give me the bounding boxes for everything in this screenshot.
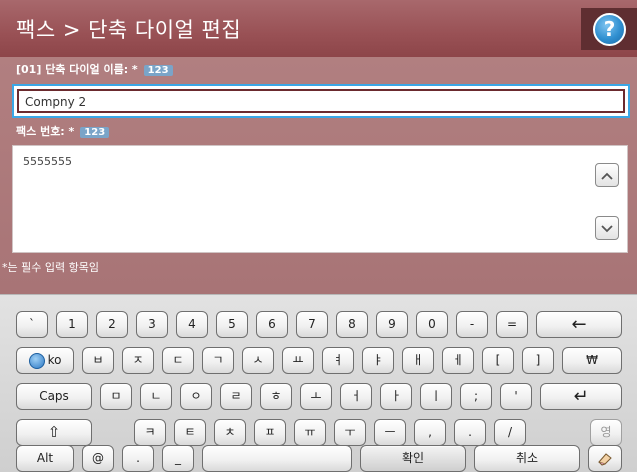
key-8[interactable]: 8 xyxy=(336,311,368,338)
key-apostrophe[interactable]: ' xyxy=(500,383,532,410)
key-tieut[interactable]: ㅌ xyxy=(174,419,206,446)
edit-form: [01] 단축 다이얼 이름: * 123 Compny 2 팩스 번호: * 12… xyxy=(0,57,637,294)
key-7[interactable]: 7 xyxy=(296,311,328,338)
key-digeut[interactable]: ㄷ xyxy=(162,347,194,374)
key-chieut[interactable]: ㅊ xyxy=(214,419,246,446)
key-9[interactable]: 9 xyxy=(376,311,408,338)
help-button[interactable]: ? xyxy=(581,8,637,50)
key-e[interactable]: ㅔ xyxy=(442,347,474,374)
language-key[interactable]: ko xyxy=(16,347,74,374)
key-yeo[interactable]: ㅕ xyxy=(322,347,354,374)
fax-number-label: 팩스 번호: * 123 xyxy=(16,123,110,139)
name-field-focus: Compny 2 xyxy=(12,84,630,118)
space-key[interactable] xyxy=(202,445,352,472)
key-rieul[interactable]: ㄹ xyxy=(220,383,252,410)
key-minus[interactable]: - xyxy=(456,311,488,338)
name-label: [01] 단축 다이얼 이름: * 123 xyxy=(16,61,173,77)
key-0[interactable]: 0 xyxy=(416,311,448,338)
key-at[interactable]: @ xyxy=(82,445,114,472)
caps-key[interactable]: Caps xyxy=(16,383,92,410)
key-nieun[interactable]: ㄴ xyxy=(140,383,172,410)
key-english-mode[interactable]: 영 xyxy=(590,419,622,446)
key-1[interactable]: 1 xyxy=(56,311,88,338)
chevron-down-icon xyxy=(601,225,613,233)
title-bar: 팩스 > 단축 다이얼 편집 ? xyxy=(0,0,637,57)
key-eo[interactable]: ㅓ xyxy=(340,383,372,410)
cancel-button[interactable]: 취소 xyxy=(474,445,580,472)
key-bieup[interactable]: ㅂ xyxy=(82,347,114,374)
key-period[interactable]: . xyxy=(454,419,486,446)
chevron-up-icon xyxy=(601,172,613,180)
backspace-key[interactable]: ← xyxy=(536,311,622,338)
key-underscore[interactable]: _ xyxy=(162,445,194,472)
key-yu[interactable]: ㅠ xyxy=(294,419,326,446)
globe-icon xyxy=(28,352,45,369)
key-slash[interactable]: / xyxy=(494,419,526,446)
help-icon: ? xyxy=(593,13,626,46)
key-mieum[interactable]: ㅁ xyxy=(100,383,132,410)
key-ya[interactable]: ㅑ xyxy=(362,347,394,374)
shift-icon: ⇧ xyxy=(47,423,61,441)
backspace-icon: ← xyxy=(571,314,587,335)
key-giyeok[interactable]: ㄱ xyxy=(202,347,234,374)
fax-number-value: 5555555 xyxy=(23,155,72,168)
speed-dial-name-input[interactable]: Compny 2 xyxy=(17,89,625,113)
key-kieuk[interactable]: ㅋ xyxy=(134,419,166,446)
scroll-up-button[interactable] xyxy=(595,163,619,187)
scroll-down-button[interactable] xyxy=(595,216,619,240)
on-screen-keyboard: ` 1 2 3 4 5 6 7 8 9 0 - = ← ko ㅂ ㅈ ㄷ ㄱ ㅅ… xyxy=(0,294,637,472)
numeric-badge: 123 xyxy=(80,127,110,138)
key-ae[interactable]: ㅐ xyxy=(402,347,434,374)
key-4[interactable]: 4 xyxy=(176,311,208,338)
enter-key[interactable]: ↵ xyxy=(540,383,622,410)
shift-key[interactable]: ⇧ xyxy=(16,419,92,446)
key-won[interactable]: ₩ xyxy=(562,347,622,374)
key-o[interactable]: ㅗ xyxy=(300,383,332,410)
key-backtick[interactable]: ` xyxy=(16,311,48,338)
key-equals[interactable]: = xyxy=(496,311,528,338)
eraser-icon xyxy=(598,452,612,466)
key-semicolon[interactable]: ; xyxy=(460,383,492,410)
key-comma[interactable]: , xyxy=(414,419,446,446)
key-ieung[interactable]: ㅇ xyxy=(180,383,212,410)
key-u[interactable]: ㅜ xyxy=(334,419,366,446)
ok-button[interactable]: 확인 xyxy=(360,445,466,472)
key-yo[interactable]: ㅛ xyxy=(282,347,314,374)
key-eu[interactable]: ㅡ xyxy=(374,419,406,446)
key-hieut[interactable]: ㅎ xyxy=(260,383,292,410)
key-right-bracket[interactable]: ] xyxy=(522,347,554,374)
screen: 팩스 > 단축 다이얼 편집 ? [01] 단축 다이얼 이름: * 123 Co… xyxy=(0,0,637,472)
clear-button[interactable] xyxy=(588,445,622,472)
page-title: 팩스 > 단축 다이얼 편집 xyxy=(16,18,242,42)
key-siot[interactable]: ㅅ xyxy=(242,347,274,374)
enter-icon: ↵ xyxy=(573,386,589,407)
key-i[interactable]: ㅣ xyxy=(420,383,452,410)
fax-number-input[interactable]: 5555555 xyxy=(12,145,628,253)
required-note: *는 필수 입력 항목임 xyxy=(2,261,99,274)
alt-key[interactable]: Alt xyxy=(16,445,74,472)
key-2[interactable]: 2 xyxy=(96,311,128,338)
name-label-text: [01] 단축 다이얼 이름: * xyxy=(16,63,138,76)
key-dot[interactable]: . xyxy=(122,445,154,472)
fax-number-label-text: 팩스 번호: * xyxy=(16,125,75,138)
key-6[interactable]: 6 xyxy=(256,311,288,338)
key-a[interactable]: ㅏ xyxy=(380,383,412,410)
key-5[interactable]: 5 xyxy=(216,311,248,338)
language-label: ko xyxy=(47,353,62,367)
key-3[interactable]: 3 xyxy=(136,311,168,338)
key-jieut[interactable]: ㅈ xyxy=(122,347,154,374)
key-left-bracket[interactable]: [ xyxy=(482,347,514,374)
numeric-badge: 123 xyxy=(143,65,173,76)
key-pieup[interactable]: ㅍ xyxy=(254,419,286,446)
